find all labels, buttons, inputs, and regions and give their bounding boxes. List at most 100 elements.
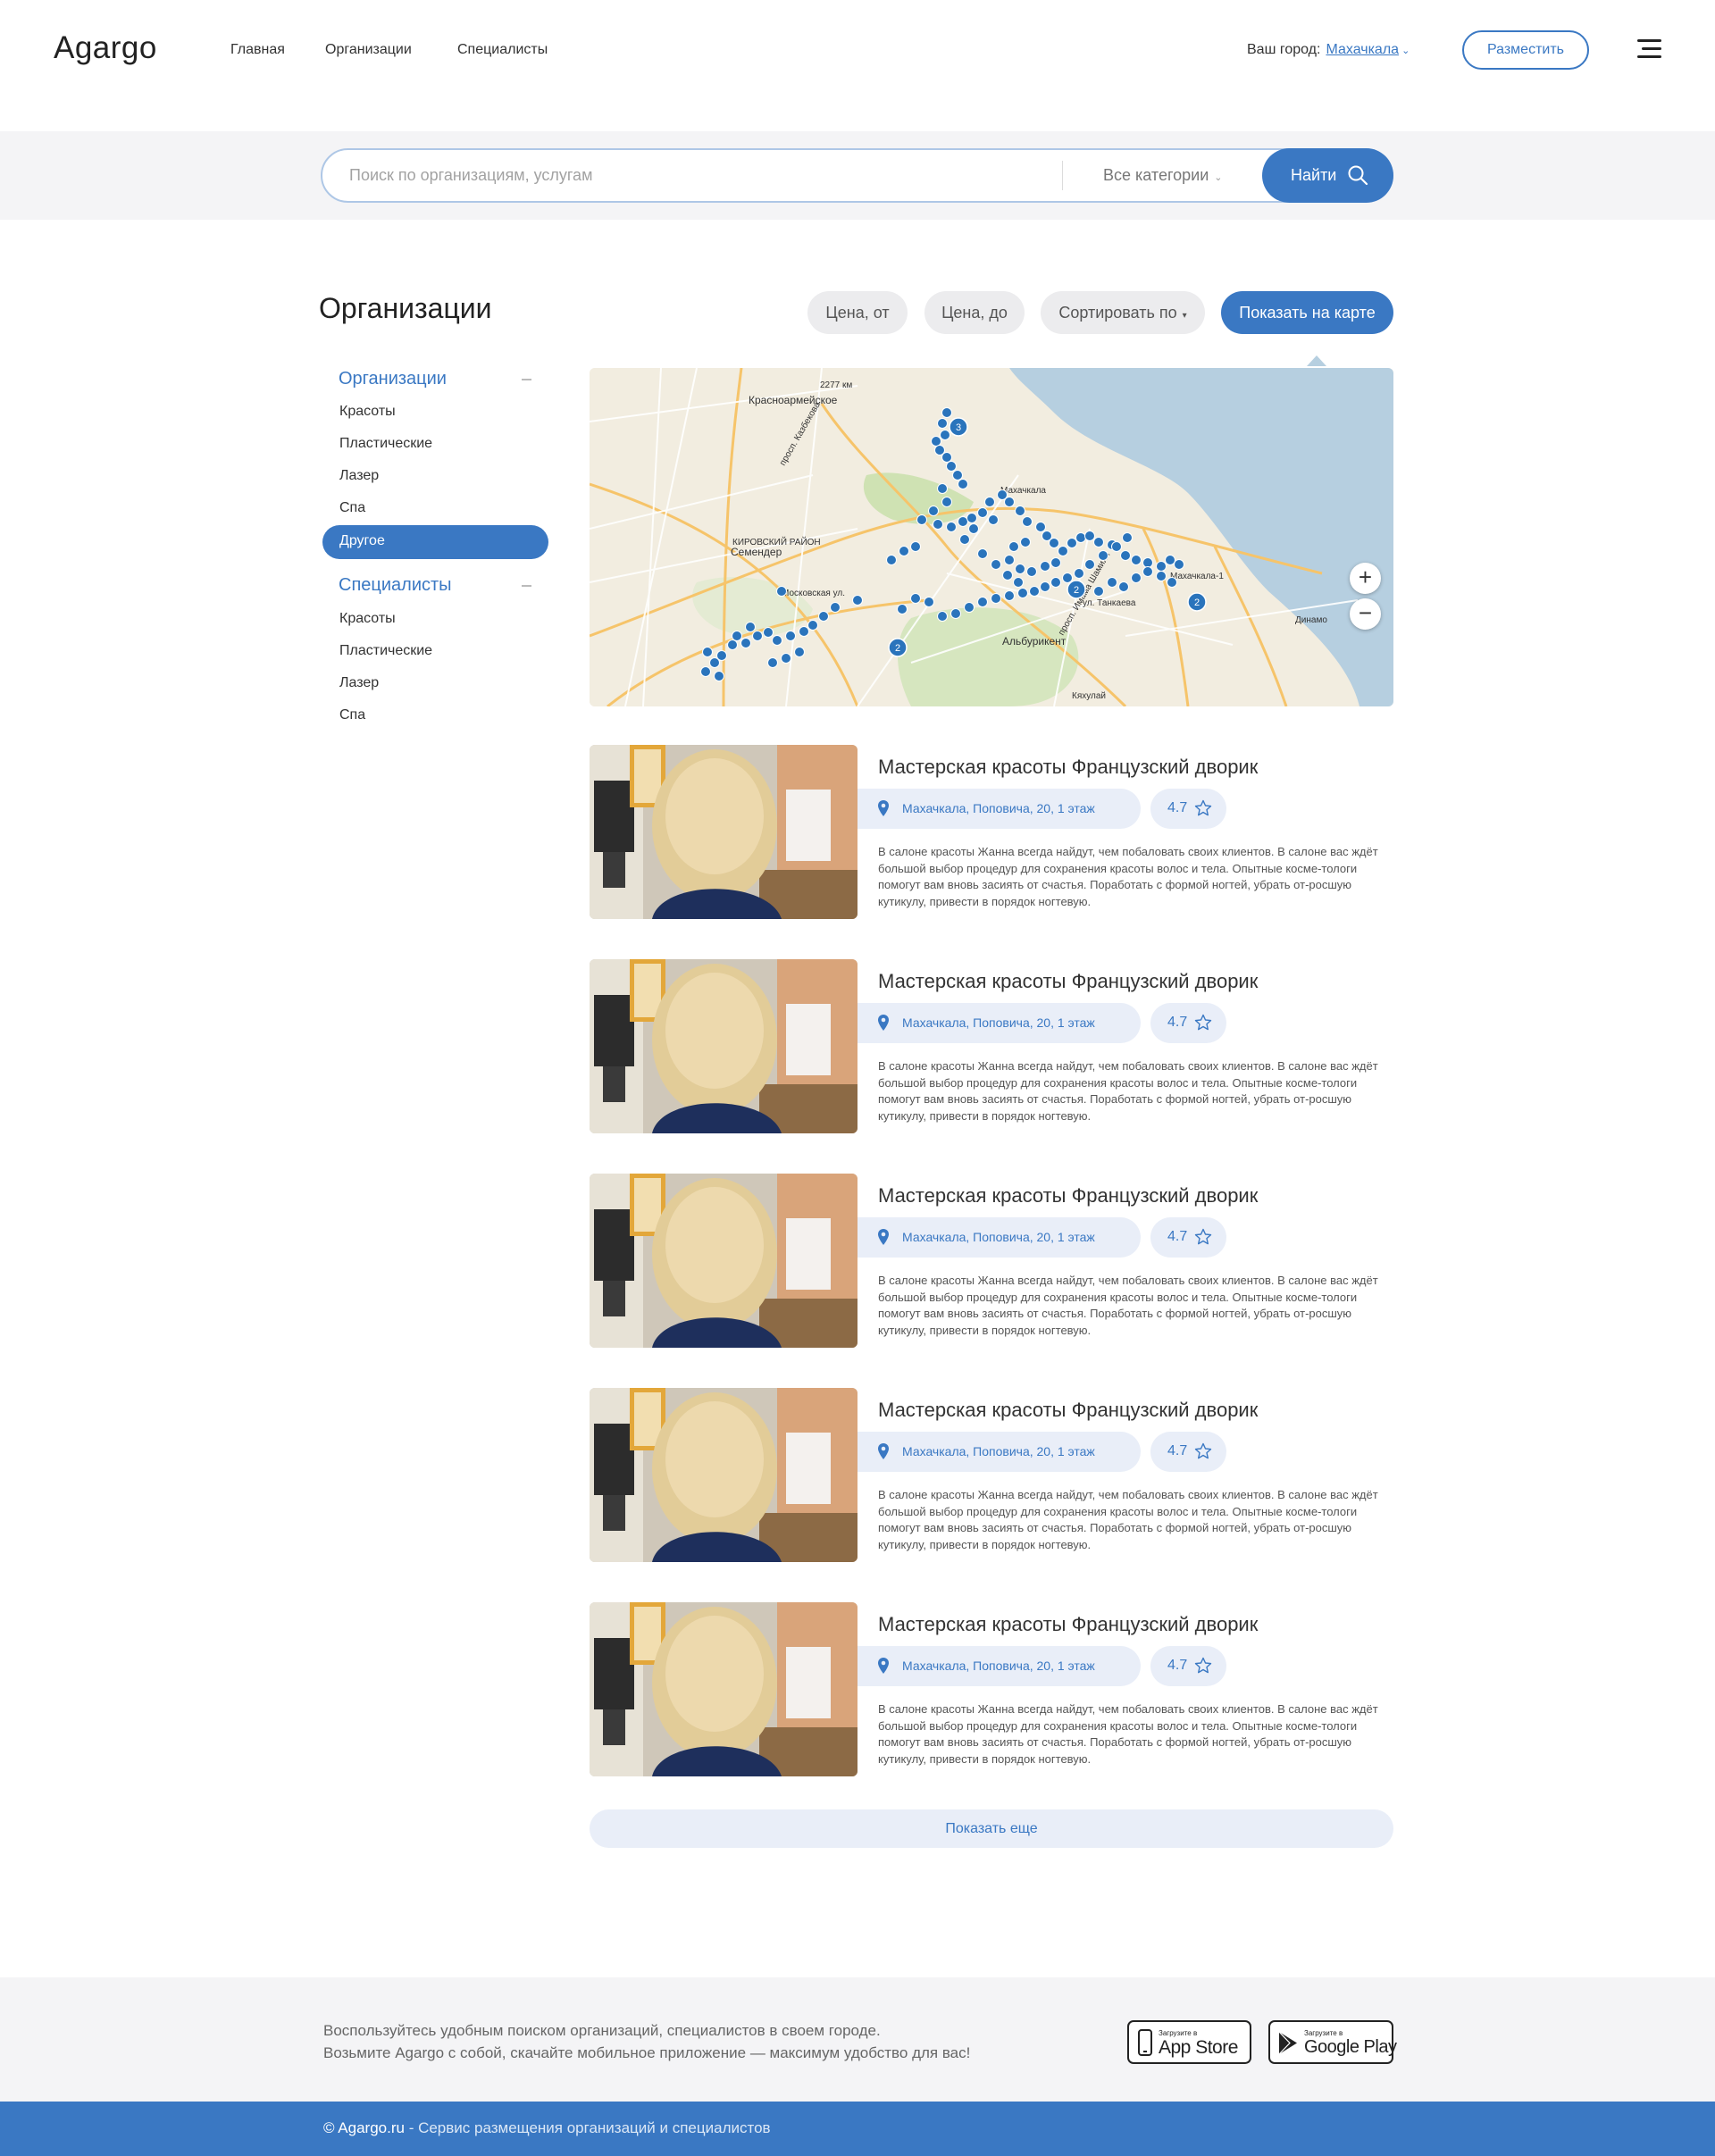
map-marker[interactable] xyxy=(830,602,841,613)
map-marker[interactable] xyxy=(1067,538,1077,548)
map-marker[interactable] xyxy=(1131,555,1142,565)
map-marker[interactable] xyxy=(1020,537,1031,547)
map-marker[interactable] xyxy=(977,597,988,607)
sidebar-item-spa[interactable]: Спа xyxy=(339,707,365,723)
organization-title[interactable]: Мастерская красоты Французский дворик xyxy=(878,1399,1258,1422)
map-marker[interactable] xyxy=(1062,572,1073,583)
map-marker[interactable] xyxy=(924,597,934,607)
logo[interactable]: Agargo xyxy=(54,30,157,66)
map-marker[interactable] xyxy=(1049,538,1059,548)
organization-card[interactable]: Мастерская красоты Французский дворик Ма… xyxy=(590,745,1393,919)
map-marker[interactable] xyxy=(946,522,957,532)
map-marker[interactable] xyxy=(1040,561,1050,572)
map-marker[interactable] xyxy=(781,653,791,664)
map-marker[interactable] xyxy=(1017,588,1028,598)
google-play-button[interactable]: Загрузите в Google Play xyxy=(1268,2020,1397,2064)
organization-title[interactable]: Мастерская красоты Французский дворик xyxy=(878,756,1258,779)
map-marker[interactable] xyxy=(1035,522,1046,532)
sidebar-heading-specialists[interactable]: Специалисты xyxy=(339,575,452,596)
address-badge[interactable]: Махачкала, Поповича, 20, 1 этаж xyxy=(858,1217,1141,1258)
map-marker[interactable] xyxy=(933,519,943,530)
map-marker[interactable] xyxy=(714,671,724,681)
map-marker[interactable] xyxy=(940,430,950,440)
organization-card[interactable]: Мастерская красоты Французский дворик Ма… xyxy=(590,1388,1393,1562)
category-select[interactable]: Все категории ⌄ xyxy=(1103,166,1222,185)
sidebar-item-beauty[interactable]: Красоты xyxy=(339,404,396,420)
map-marker[interactable] xyxy=(700,666,711,677)
sort-dropdown[interactable]: Сортировать по ▾ xyxy=(1041,291,1205,334)
map-marker[interactable] xyxy=(991,559,1001,570)
map-marker[interactable] xyxy=(984,497,995,507)
sidebar-item-laser[interactable]: Лазер xyxy=(339,468,379,484)
sidebar-item-spa[interactable]: Спа xyxy=(339,500,365,516)
map-marker[interactable] xyxy=(937,418,948,429)
organization-card[interactable]: Мастерская красоты Французский дворик Ма… xyxy=(590,1602,1393,1776)
map-marker[interactable] xyxy=(916,514,927,525)
map-marker[interactable] xyxy=(763,627,774,638)
map-marker[interactable] xyxy=(1120,550,1131,561)
copyright-brand[interactable]: © Agargo.ru xyxy=(323,2119,405,2136)
map-marker[interactable] xyxy=(977,507,988,518)
zoom-in-button[interactable]: + xyxy=(1350,563,1381,594)
star-icon[interactable] xyxy=(1194,1014,1212,1032)
star-icon[interactable] xyxy=(1194,1228,1212,1246)
sidebar-item-plastic[interactable]: Пластические xyxy=(339,643,432,659)
star-icon[interactable] xyxy=(1194,799,1212,817)
minus-icon[interactable] xyxy=(522,585,531,587)
map-marker[interactable] xyxy=(1156,571,1167,581)
map-canvas[interactable]: Красноармейское2277 кмпросп. КазбековаМа… xyxy=(590,368,1393,706)
map-marker[interactable] xyxy=(785,631,796,641)
map-marker[interactable] xyxy=(1050,557,1061,568)
organization-photo[interactable] xyxy=(590,1174,858,1348)
minus-icon[interactable] xyxy=(522,379,531,380)
map[interactable]: Красноармейское 2277 км просп. Казбекова Ма… xyxy=(590,368,1393,706)
address-badge[interactable]: Махачкала, Поповича, 20, 1 этаж xyxy=(858,1432,1141,1472)
map-marker[interactable] xyxy=(1015,506,1025,516)
map-marker[interactable] xyxy=(1058,546,1068,556)
organization-photo[interactable] xyxy=(590,1388,858,1562)
organization-card[interactable]: Мастерская красоты Французский дворик Ма… xyxy=(590,959,1393,1133)
zoom-out-button[interactable]: − xyxy=(1350,598,1381,630)
map-marker[interactable] xyxy=(968,523,979,534)
map-marker[interactable] xyxy=(1015,564,1025,574)
organization-photo[interactable] xyxy=(590,745,858,919)
map-marker[interactable] xyxy=(807,620,818,631)
map-marker[interactable] xyxy=(799,626,809,637)
map-marker[interactable] xyxy=(950,608,961,619)
price-to-filter[interactable]: Цена, до xyxy=(924,291,1025,334)
map-marker[interactable] xyxy=(776,586,787,597)
search-input[interactable] xyxy=(349,150,1046,201)
organization-photo[interactable] xyxy=(590,959,858,1133)
star-icon[interactable] xyxy=(1194,1442,1212,1460)
nav-link-specialists[interactable]: Специалисты xyxy=(457,42,548,58)
map-marker[interactable] xyxy=(1165,555,1175,565)
organization-title[interactable]: Мастерская красоты Французский дворик xyxy=(878,1184,1258,1208)
map-marker[interactable] xyxy=(1142,557,1153,568)
map-marker[interactable] xyxy=(1093,586,1104,597)
sidebar-item-laser[interactable]: Лазер xyxy=(339,675,379,691)
map-marker[interactable] xyxy=(1111,541,1122,552)
map-marker[interactable] xyxy=(1174,559,1184,570)
map-marker[interactable] xyxy=(959,534,970,545)
map-marker[interactable] xyxy=(732,631,742,641)
map-marker[interactable] xyxy=(1013,577,1024,588)
map-marker[interactable] xyxy=(1156,561,1167,572)
map-marker[interactable] xyxy=(818,611,829,622)
map-marker[interactable] xyxy=(745,622,756,632)
map-marker[interactable] xyxy=(937,611,948,622)
map-marker[interactable] xyxy=(941,407,952,418)
show-more-button[interactable]: Показать еще xyxy=(590,1809,1393,1848)
map-marker[interactable] xyxy=(1107,577,1117,588)
organization-photo[interactable] xyxy=(590,1602,858,1776)
map-marker[interactable] xyxy=(740,638,751,648)
map-marker[interactable] xyxy=(1093,537,1104,547)
map-marker[interactable] xyxy=(767,657,778,668)
organization-card[interactable]: Мастерская красоты Французский дворик Ма… xyxy=(590,1174,1393,1348)
map-marker[interactable] xyxy=(928,506,939,516)
map-marker[interactable] xyxy=(1074,568,1084,579)
map-marker[interactable] xyxy=(1118,581,1129,592)
map-marker[interactable] xyxy=(1002,570,1013,581)
map-marker[interactable] xyxy=(941,452,952,463)
address-badge[interactable]: Махачкала, Поповича, 20, 1 этаж xyxy=(858,789,1141,829)
map-marker[interactable] xyxy=(752,631,763,641)
